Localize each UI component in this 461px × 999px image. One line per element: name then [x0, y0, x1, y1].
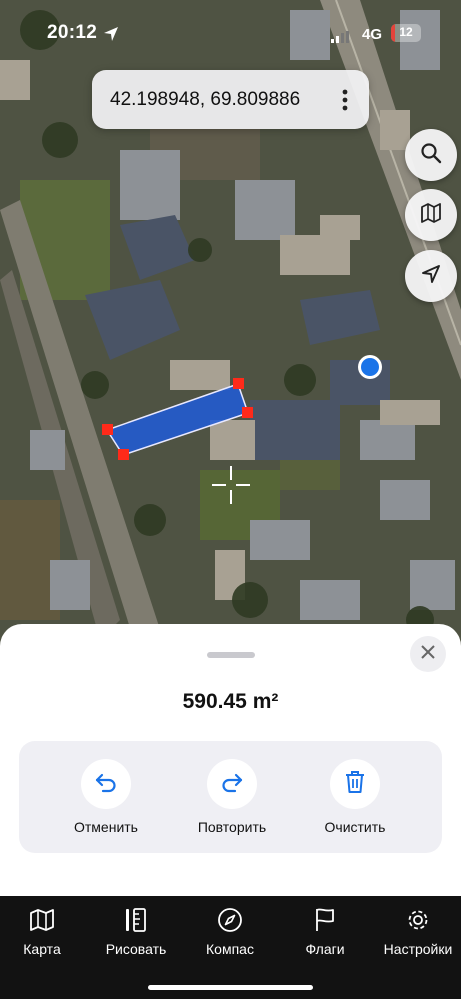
map-icon	[420, 202, 442, 229]
redo-icon	[219, 769, 245, 800]
tab-bar: Карта Рисовать Компас Флаги Настройки	[0, 896, 461, 999]
tab-compass-label: Компас	[206, 941, 254, 957]
polygon-vertex[interactable]	[233, 378, 244, 389]
search-icon	[420, 142, 442, 169]
measurement-sheet: 590.45 m² Отменить Повторить Очистить	[0, 624, 461, 896]
redo-button[interactable]: Повторить	[172, 759, 292, 835]
tab-draw-label: Рисовать	[105, 941, 167, 957]
clear-button[interactable]: Очистить	[295, 759, 415, 835]
sheet-grabber[interactable]	[207, 652, 255, 658]
tab-flags[interactable]: Флаги	[279, 908, 371, 957]
status-time: 20:12	[47, 22, 98, 43]
tab-settings[interactable]: Настройки	[372, 908, 461, 957]
tab-draw[interactable]: Рисовать	[90, 907, 182, 957]
tab-map[interactable]: Карта	[0, 908, 88, 957]
tab-settings-label: Настройки	[383, 941, 453, 957]
status-bar: 20:12 4G 12	[0, 0, 461, 64]
map-layers-button[interactable]	[405, 189, 457, 241]
trash-icon	[343, 769, 367, 800]
redo-label: Повторить	[197, 819, 267, 835]
coordinates-panel[interactable]: 42.198948, 69.809886	[92, 70, 369, 129]
ruler-icon	[123, 907, 149, 938]
map-icon	[29, 908, 55, 937]
tab-compass[interactable]: Компас	[184, 907, 276, 957]
location-arrow-icon	[103, 26, 119, 47]
network-type: 4G	[362, 26, 383, 43]
flag-icon	[313, 907, 337, 938]
gear-icon	[405, 907, 431, 938]
navigation-arrow-icon	[421, 264, 441, 289]
locate-me-button[interactable]	[405, 250, 457, 302]
polygon-vertex[interactable]	[118, 449, 129, 460]
tab-map-label: Карта	[23, 941, 61, 957]
undo-icon	[93, 769, 119, 800]
home-indicator	[148, 985, 313, 990]
close-icon	[421, 644, 435, 664]
polygon-vertex[interactable]	[242, 407, 253, 418]
polygon-vertex[interactable]	[102, 424, 113, 435]
battery-indicator: 12	[391, 24, 421, 42]
area-value: 590.45 m²	[182, 690, 279, 713]
undo-button[interactable]: Отменить	[46, 759, 166, 835]
undo-label: Отменить	[74, 819, 138, 835]
search-button[interactable]	[405, 129, 457, 181]
tab-flags-label: Флаги	[305, 941, 345, 957]
clear-label: Очистить	[324, 819, 386, 835]
battery-level: 12	[399, 25, 413, 39]
compass-icon	[217, 907, 243, 938]
more-options-icon[interactable]	[338, 88, 352, 112]
cellular-signal-icon	[331, 30, 353, 48]
coordinates-text[interactable]: 42.198948, 69.809886	[110, 89, 300, 111]
close-button[interactable]	[410, 636, 446, 672]
edit-actions-panel: Отменить Повторить Очистить	[19, 741, 442, 853]
